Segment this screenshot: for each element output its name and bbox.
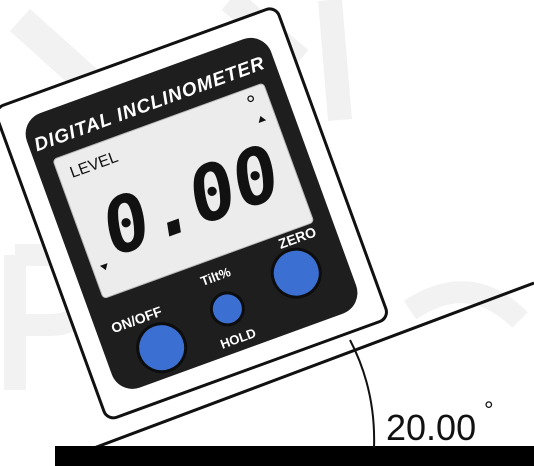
angle-arc: [349, 339, 376, 449]
angle-unit: °: [484, 397, 494, 424]
base-bar: [55, 446, 534, 466]
angle-label: 20.00: [386, 407, 476, 448]
